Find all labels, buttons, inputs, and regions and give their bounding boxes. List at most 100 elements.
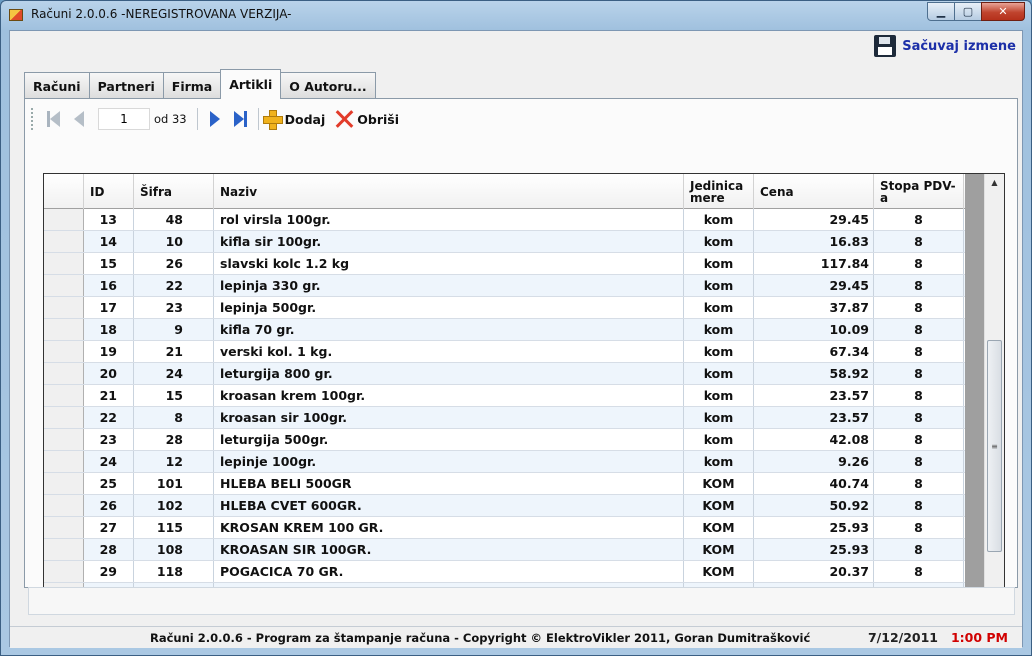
- cell-naziv[interactable]: POGACICA 70 GR.: [214, 561, 684, 582]
- row-header[interactable]: [44, 341, 84, 362]
- table-row[interactable]: 25 101 HLEBA BELI 500GR KOM 40.74 8: [44, 473, 965, 495]
- cell-naziv[interactable]: leturgija 800 gr.: [214, 363, 684, 384]
- table-row[interactable]: 23 28 leturgija 500gr. kom 42.08 8: [44, 429, 965, 451]
- cell-stopa[interactable]: 8: [874, 385, 964, 406]
- cell-naziv[interactable]: lepinja 330 gr.: [214, 275, 684, 296]
- row-header[interactable]: [44, 561, 84, 582]
- cell-id[interactable]: 18: [84, 319, 134, 340]
- cell-naziv[interactable]: kifla sir 100gr.: [214, 231, 684, 252]
- cell-id[interactable]: 29: [84, 561, 134, 582]
- cell-id[interactable]: 19: [84, 341, 134, 362]
- column-header-sifra[interactable]: Šifra: [134, 174, 214, 209]
- cell-jedinica[interactable]: kom: [684, 429, 754, 450]
- row-header[interactable]: [44, 297, 84, 318]
- minimize-button[interactable]: ▁: [927, 2, 955, 21]
- table-row[interactable]: 13 48 rol virsla 100gr. kom 29.45 8: [44, 209, 965, 231]
- table-row[interactable]: 18 9 kifla 70 gr. kom 10.09 8: [44, 319, 965, 341]
- table-row[interactable]: 19 21 verski kol. 1 kg. kom 67.34 8: [44, 341, 965, 363]
- cell-stopa[interactable]: 8: [874, 517, 964, 538]
- cell-jedinica[interactable]: kom: [684, 451, 754, 472]
- cell-id[interactable]: 22: [84, 407, 134, 428]
- cell-sifra[interactable]: 10: [134, 231, 214, 252]
- row-header[interactable]: [44, 451, 84, 472]
- title-bar[interactable]: Računi 2.0.0.6 -NEREGISTROVANA VERZIJA- …: [1, 1, 1031, 29]
- cell-stopa[interactable]: 8: [874, 429, 964, 450]
- cell-naziv[interactable]: kroasan krem 100gr.: [214, 385, 684, 406]
- cell-stopa[interactable]: 8: [874, 407, 964, 428]
- cell-id[interactable]: 26: [84, 495, 134, 516]
- column-header-id[interactable]: ID: [84, 174, 134, 209]
- table-row[interactable]: 14 10 kifla sir 100gr. kom 16.83 8: [44, 231, 965, 253]
- scroll-up-arrow-icon[interactable]: ▲: [985, 174, 1004, 191]
- table-row[interactable]: 24 12 lepinje 100gr. kom 9.26 8: [44, 451, 965, 473]
- cell-cena[interactable]: 10.09: [754, 319, 874, 340]
- cell-naziv[interactable]: kifla 70 gr.: [214, 319, 684, 340]
- cell-id[interactable]: 16: [84, 275, 134, 296]
- cell-id[interactable]: 28: [84, 539, 134, 560]
- cell-cena[interactable]: 9.26: [754, 451, 874, 472]
- cell-sifra[interactable]: 12: [134, 451, 214, 472]
- cell-stopa[interactable]: 8: [874, 253, 964, 274]
- table-row[interactable]: 21 15 kroasan krem 100gr. kom 23.57 8: [44, 385, 965, 407]
- row-header[interactable]: [44, 429, 84, 450]
- cell-jedinica[interactable]: KOM: [684, 517, 754, 538]
- cell-jedinica[interactable]: kom: [684, 253, 754, 274]
- row-header[interactable]: [44, 407, 84, 428]
- row-header[interactable]: [44, 319, 84, 340]
- cell-naziv[interactable]: rol virsla 100gr.: [214, 209, 684, 230]
- cell-cena[interactable]: 67.34: [754, 341, 874, 362]
- cell-naziv[interactable]: lepinje 100gr.: [214, 451, 684, 472]
- tab-artikli[interactable]: Artikli: [220, 69, 282, 99]
- cell-sifra[interactable]: 9: [134, 319, 214, 340]
- cell-id[interactable]: 14: [84, 231, 134, 252]
- cell-jedinica[interactable]: kom: [684, 209, 754, 230]
- cell-jedinica[interactable]: kom: [684, 297, 754, 318]
- cell-naziv[interactable]: slavski kolc 1.2 kg: [214, 253, 684, 274]
- cell-jedinica[interactable]: KOM: [684, 495, 754, 516]
- table-row[interactable]: 26 102 HLEBA CVET 600GR. KOM 50.92 8: [44, 495, 965, 517]
- table-row[interactable]: 29 118 POGACICA 70 GR. KOM 20.37 8: [44, 561, 965, 583]
- cell-cena[interactable]: 29.45: [754, 209, 874, 230]
- cell-cena[interactable]: 23.57: [754, 407, 874, 428]
- cell-sifra[interactable]: 21: [134, 341, 214, 362]
- cell-jedinica[interactable]: kom: [684, 231, 754, 252]
- vertical-scrollbar[interactable]: ▲ ≡ ▼: [984, 174, 1004, 609]
- cell-naziv[interactable]: kroasan sir 100gr.: [214, 407, 684, 428]
- cell-jedinica[interactable]: kom: [684, 319, 754, 340]
- tab-partneri[interactable]: Partneri: [88, 72, 164, 99]
- cell-stopa[interactable]: 8: [874, 473, 964, 494]
- cell-cena[interactable]: 16.83: [754, 231, 874, 252]
- cell-id[interactable]: 27: [84, 517, 134, 538]
- cell-id[interactable]: 15: [84, 253, 134, 274]
- row-header[interactable]: [44, 231, 84, 252]
- table-row[interactable]: 27 115 KROSAN KREM 100 GR. KOM 25.93 8: [44, 517, 965, 539]
- table-row[interactable]: 28 108 KROASAN SIR 100GR. KOM 25.93 8: [44, 539, 965, 561]
- cell-stopa[interactable]: 8: [874, 561, 964, 582]
- column-header-stopa-pdv[interactable]: Stopa PDV-a: [874, 174, 964, 209]
- cell-id[interactable]: 24: [84, 451, 134, 472]
- cell-sifra[interactable]: 23: [134, 297, 214, 318]
- column-header-naziv[interactable]: Naziv: [214, 174, 684, 209]
- cell-naziv[interactable]: leturgija 500gr.: [214, 429, 684, 450]
- row-header[interactable]: [44, 253, 84, 274]
- cell-stopa[interactable]: 8: [874, 539, 964, 560]
- cell-jedinica[interactable]: kom: [684, 275, 754, 296]
- cell-cena[interactable]: 25.93: [754, 517, 874, 538]
- cell-stopa[interactable]: 8: [874, 363, 964, 384]
- cell-naziv[interactable]: verski kol. 1 kg.: [214, 341, 684, 362]
- position-input[interactable]: 1: [98, 108, 150, 130]
- cell-cena[interactable]: 20.37: [754, 561, 874, 582]
- cell-cena[interactable]: 58.92: [754, 363, 874, 384]
- cell-stopa[interactable]: 8: [874, 341, 964, 362]
- cell-naziv[interactable]: lepinja 500gr.: [214, 297, 684, 318]
- table-row[interactable]: 15 26 slavski kolc 1.2 kg kom 117.84 8: [44, 253, 965, 275]
- row-header[interactable]: [44, 539, 84, 560]
- cell-sifra[interactable]: 101: [134, 473, 214, 494]
- cell-sifra[interactable]: 115: [134, 517, 214, 538]
- cell-stopa[interactable]: 8: [874, 451, 964, 472]
- cell-cena[interactable]: 40.74: [754, 473, 874, 494]
- cell-cena[interactable]: 23.57: [754, 385, 874, 406]
- cell-sifra[interactable]: 8: [134, 407, 214, 428]
- cell-sifra[interactable]: 15: [134, 385, 214, 406]
- cell-sifra[interactable]: 22: [134, 275, 214, 296]
